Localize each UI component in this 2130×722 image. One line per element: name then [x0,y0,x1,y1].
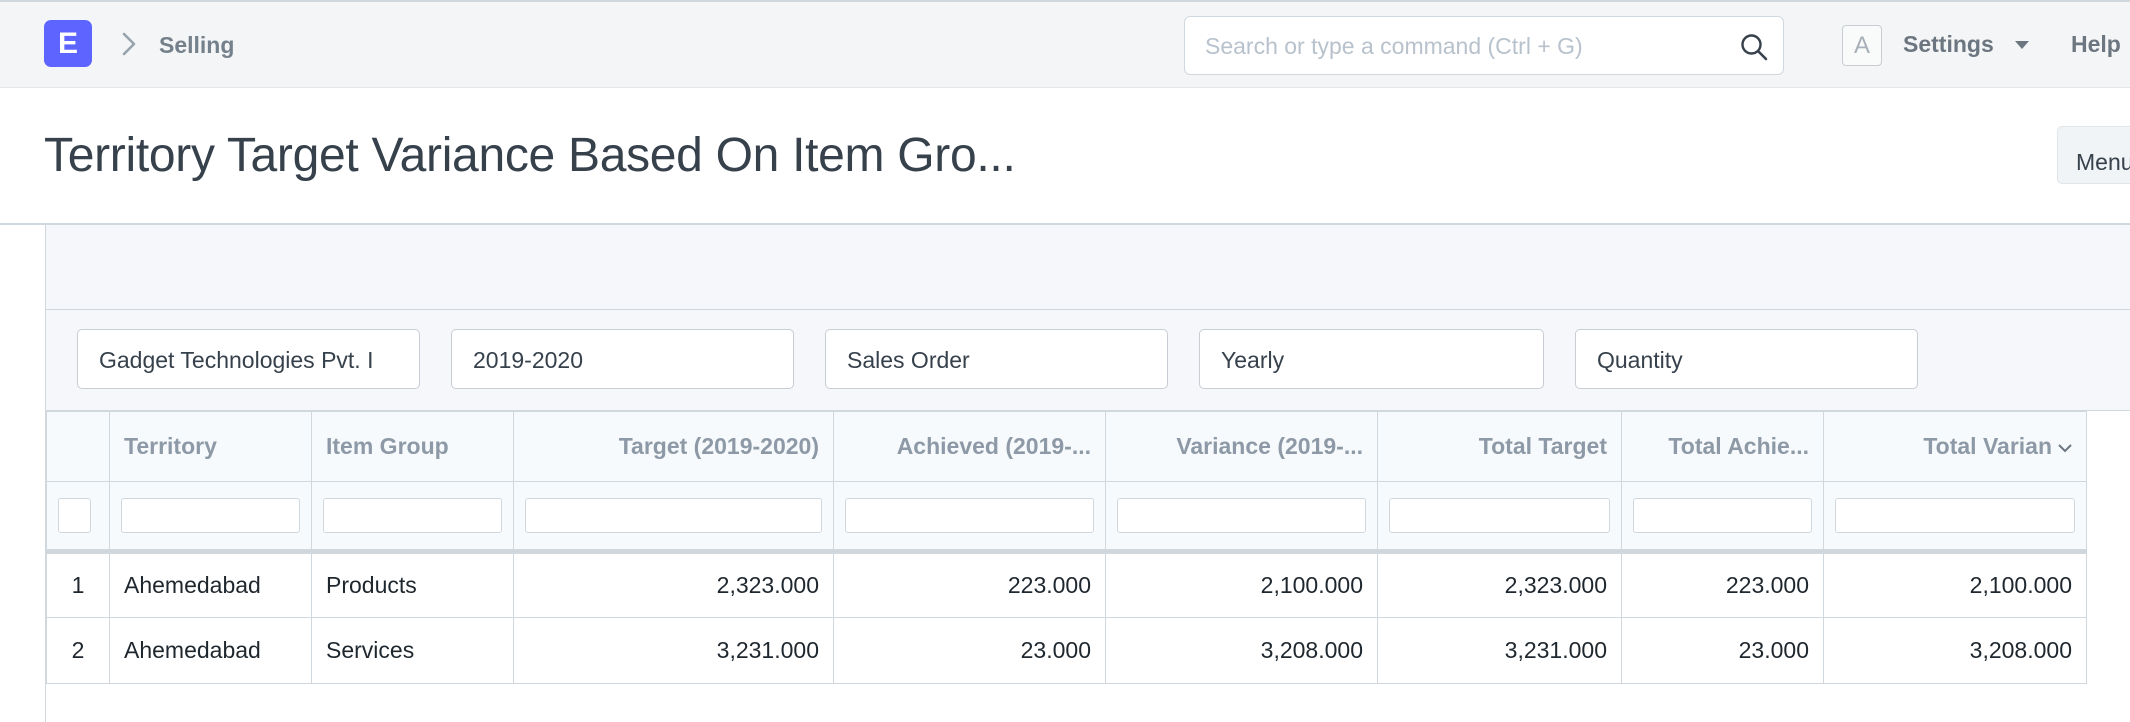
target-cell[interactable]: 3,231.000 [513,617,834,684]
achieved-cell[interactable]: 23.000 [833,617,1106,684]
total-variance-cell[interactable]: 3,208.000 [1823,617,2087,684]
variance-filter-input[interactable] [1117,498,1366,533]
item-group-filter-input[interactable] [323,498,502,533]
search-bar[interactable] [1184,16,1784,75]
row-index: 2 [46,617,110,684]
total-target-cell[interactable]: 2,323.000 [1377,551,1622,618]
filter-cell [1823,481,2087,554]
filter-cell [109,481,312,554]
column-header-total-variance[interactable]: Total Varian [1823,411,2087,482]
variance-cell[interactable]: 2,100.000 [1105,551,1378,618]
filter-area: Gadget Technologies Pvt. I 2019-2020 Sal… [46,310,2130,411]
settings-dropdown[interactable]: Settings [1903,31,1994,58]
column-header-target[interactable]: Target (2019-2020) [513,411,834,482]
chart-area [46,225,2130,310]
filter-cell [833,481,1106,554]
menu-button[interactable]: Menu [2057,126,2130,184]
breadcrumb-selling[interactable]: Selling [159,32,234,59]
column-header-item-group[interactable]: Item Group [311,411,514,482]
target-cell[interactable]: 2,323.000 [513,551,834,618]
target-filter-input[interactable] [525,498,822,533]
achieved-filter-input[interactable] [845,498,1094,533]
column-header-total-achieved[interactable]: Total Achie... [1621,411,1824,482]
achieved-cell[interactable]: 223.000 [833,551,1106,618]
app-logo[interactable]: E [44,20,92,67]
column-header-total-variance-label: Total Varian [1923,433,2052,459]
item-group-cell[interactable]: Products [311,551,514,618]
column-header-territory[interactable]: Territory [109,411,312,482]
fiscal-year-filter[interactable]: 2019-2020 [451,329,794,389]
column-filter-row [46,481,2087,554]
total-variance-filter-input[interactable] [1835,498,2075,533]
total-achieved-cell[interactable]: 223.000 [1621,551,1824,618]
total-target-cell[interactable]: 3,231.000 [1377,617,1622,684]
page-head: Territory Target Variance Based On Item … [0,88,2130,225]
variance-cell[interactable]: 3,208.000 [1105,617,1378,684]
help-dropdown[interactable]: Help [2071,31,2121,58]
search-input[interactable] [1205,31,1725,61]
data-table: Territory Item Group Target (2019-2020) … [46,411,2087,684]
column-header-total-target[interactable]: Total Target [1377,411,1622,482]
column-header-index [46,411,110,482]
territory-filter-input[interactable] [121,498,300,533]
table-header-row: Territory Item Group Target (2019-2020) … [46,411,2087,482]
chevron-down-icon[interactable] [2058,441,2072,455]
filter-cell [1105,481,1378,554]
filter-cell [311,481,514,554]
total-variance-cell[interactable]: 2,100.000 [1823,551,2087,618]
page-title: Territory Target Variance Based On Item … [44,129,1016,182]
report-body: Gadget Technologies Pvt. I 2019-2020 Sal… [45,225,2130,722]
item-group-cell[interactable]: Services [311,617,514,684]
filter-cell [513,481,834,554]
caret-down-icon[interactable] [2015,41,2029,49]
filter-cell [1377,481,1622,554]
row-index: 1 [46,551,110,618]
target-on-filter[interactable]: Sales Order [825,329,1168,389]
territory-cell[interactable]: Ahemedabad [109,617,312,684]
total-achieved-filter-input[interactable] [1633,498,1812,533]
territory-cell[interactable]: Ahemedabad [109,551,312,618]
table-row[interactable]: 1 Ahemedabad Products 2,323.000 223.000 … [46,551,2087,618]
total-target-filter-input[interactable] [1389,498,1610,533]
filter-cell [1621,481,1824,554]
total-achieved-cell[interactable]: 23.000 [1621,617,1824,684]
company-filter[interactable]: Gadget Technologies Pvt. I [77,329,420,389]
row-select-all [46,481,110,554]
chevron-right-icon [122,32,136,56]
select-all-checkbox[interactable] [58,498,91,533]
avatar[interactable]: A [1842,25,1882,66]
navbar: E Selling A Settings Help [0,0,2130,88]
column-header-achieved[interactable]: Achieved (2019-... [833,411,1106,482]
table-row[interactable]: 2 Ahemedabad Services 3,231.000 23.000 3… [46,617,2087,684]
search-icon[interactable] [1739,32,1769,62]
target-based-on-filter[interactable]: Quantity [1575,329,1918,389]
period-filter[interactable]: Yearly [1199,329,1544,389]
column-header-variance[interactable]: Variance (2019-... [1105,411,1378,482]
